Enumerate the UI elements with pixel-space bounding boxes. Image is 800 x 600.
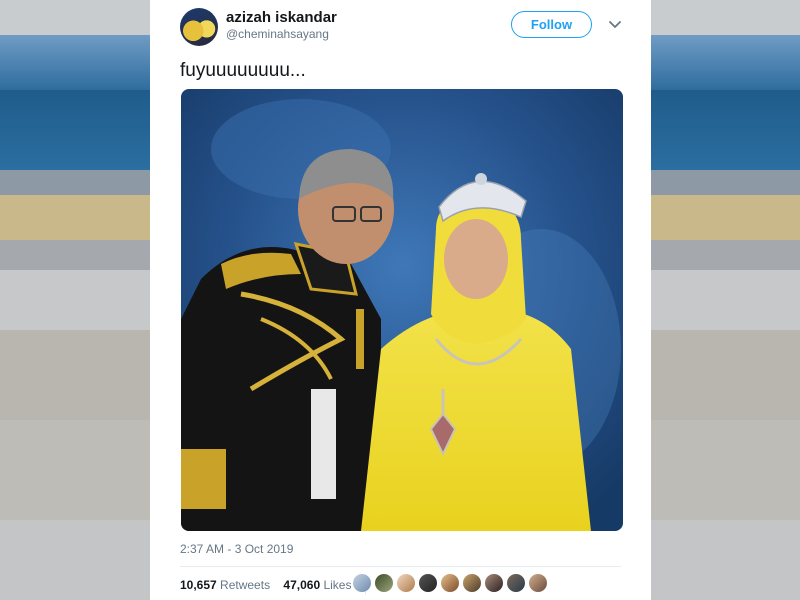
liker-avatar[interactable] — [419, 574, 437, 592]
retweets-label: Retweets — [220, 578, 271, 593]
likers-avatar-list — [353, 574, 547, 592]
chevron-down-icon[interactable] — [608, 17, 622, 31]
author-avatar[interactable] — [180, 8, 218, 46]
tweet-photo[interactable] — [181, 89, 623, 531]
retweets-stat[interactable]: 10,657 Retweets — [180, 578, 270, 592]
follow-button[interactable]: Follow — [511, 11, 592, 38]
likes-stat[interactable]: 47,060 Likes — [283, 578, 351, 592]
liker-avatar[interactable] — [353, 574, 371, 592]
likes-count: 47,060 — [283, 578, 321, 593]
liker-avatar[interactable] — [485, 574, 503, 592]
tweet-timestamp[interactable]: 2:37 AM - 3 Oct 2019 — [180, 542, 293, 556]
author-handle[interactable]: @cheminahsayang — [226, 27, 329, 41]
liker-avatar[interactable] — [375, 574, 393, 592]
author-name[interactable]: azizah iskandar — [226, 9, 337, 26]
retweets-count: 10,657 — [180, 578, 217, 593]
liker-avatar[interactable] — [529, 574, 547, 592]
liker-avatar[interactable] — [441, 574, 459, 592]
tweet-text: fuyuuuuuuuu... — [180, 60, 306, 81]
likes-label: Likes — [323, 578, 352, 593]
liker-avatar[interactable] — [397, 574, 415, 592]
liker-avatar[interactable] — [463, 574, 481, 592]
divider — [180, 566, 621, 567]
tweet-card: azizah iskandar @cheminahsayang Follow f… — [150, 0, 651, 600]
tweet-stats: 10,657 Retweets 47,060 Likes — [180, 577, 374, 595]
liker-avatar[interactable] — [507, 574, 525, 592]
